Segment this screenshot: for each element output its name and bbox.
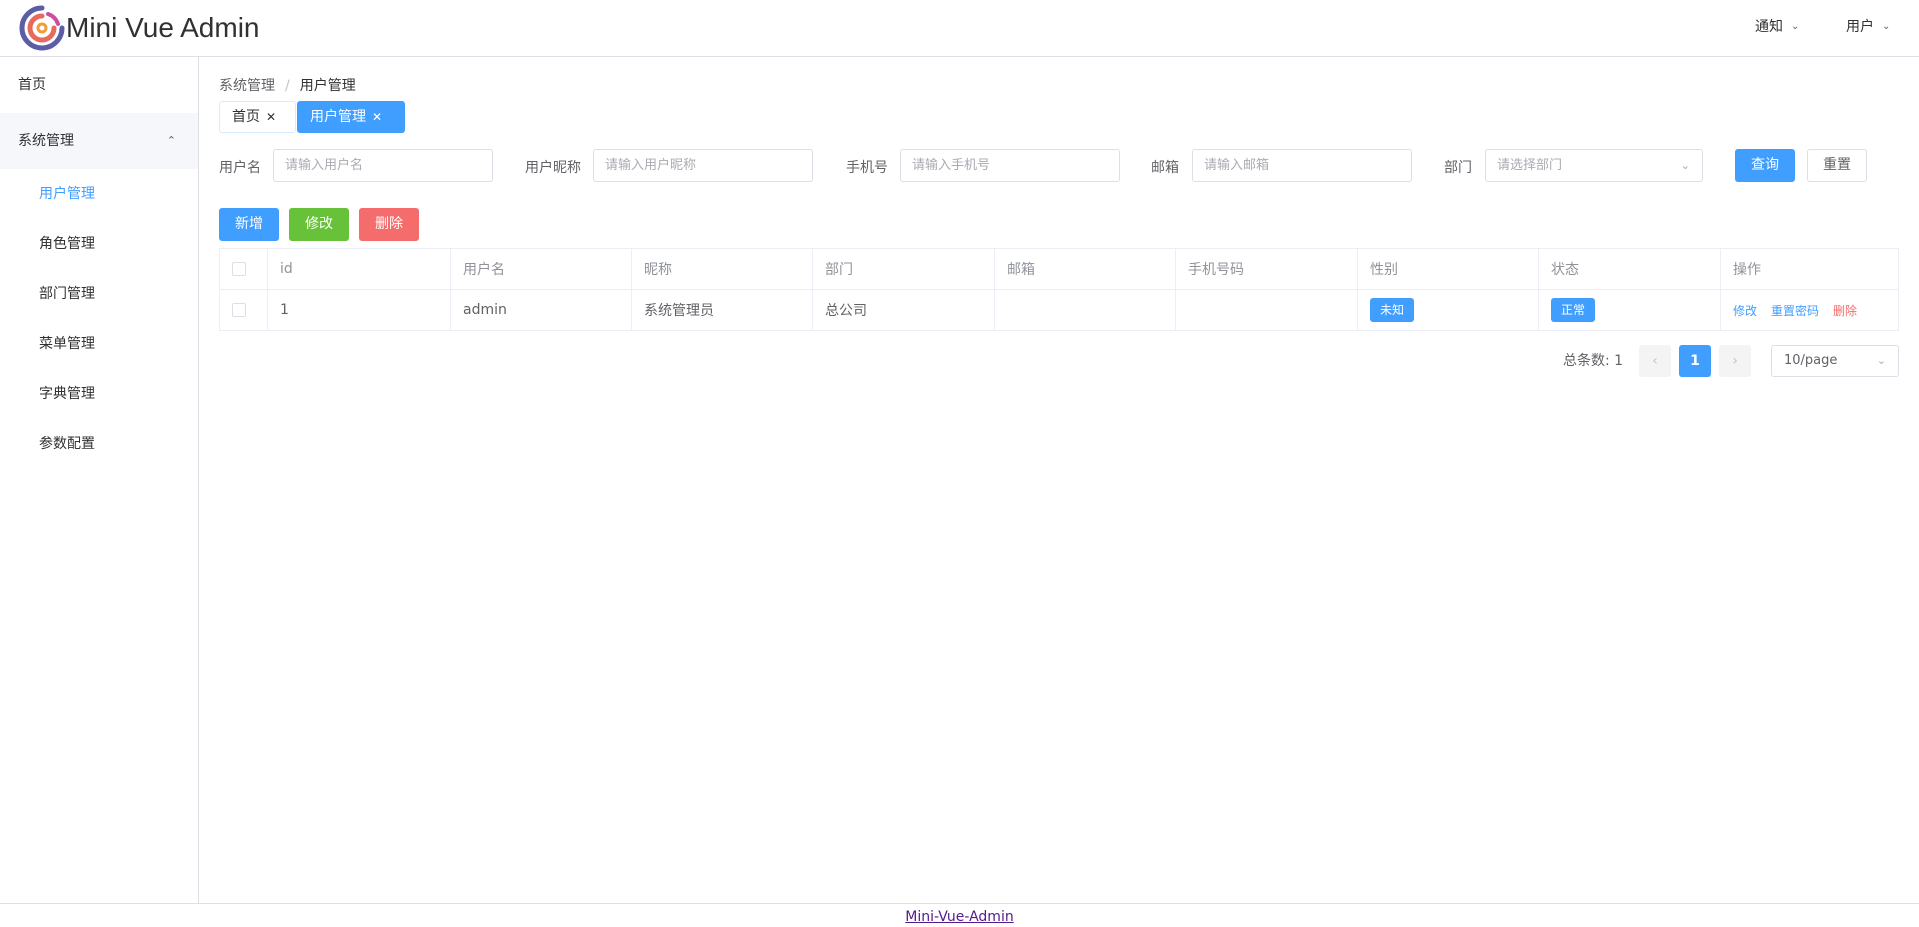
nickname-label: 用户昵称	[525, 160, 581, 176]
nickname-input[interactable]: 请输入用户昵称	[593, 149, 813, 182]
delete-button[interactable]: 删除	[359, 208, 419, 241]
column-header-email: 邮箱	[994, 248, 1176, 290]
tab-user-management[interactable]: 用户管理 ✕	[297, 101, 405, 133]
search-button[interactable]: 查询	[1735, 149, 1795, 182]
breadcrumb: 系统管理 / 用户管理	[219, 75, 356, 95]
chevron-up-icon: ⌃	[166, 134, 176, 147]
dept-label: 部门	[1444, 160, 1472, 176]
row-select-cell	[219, 289, 268, 331]
email-input[interactable]: 请输入邮箱	[1192, 149, 1412, 182]
row-checkbox[interactable]	[232, 303, 246, 317]
sidebar-group-label: 系统管理	[18, 133, 74, 149]
sidebar-item-roles[interactable]: 角色管理	[0, 219, 198, 269]
sidebar-item-users[interactable]: 用户管理	[0, 169, 198, 219]
app-title: Mini Vue Admin	[66, 12, 260, 43]
breadcrumb-parent[interactable]: 系统管理	[219, 78, 275, 94]
chevron-down-icon: ⌄	[1791, 20, 1800, 32]
phone-label: 手机号	[846, 160, 888, 176]
cell-gender: 未知	[1357, 289, 1539, 331]
notify-menu[interactable]: 通知 ⌄	[1755, 16, 1799, 36]
email-label: 邮箱	[1151, 160, 1179, 176]
add-button[interactable]: 新增	[219, 208, 279, 241]
next-page-button[interactable]: ›	[1719, 345, 1751, 377]
sidebar-item-home[interactable]: 首页	[0, 57, 198, 113]
column-header-phone: 手机号码	[1175, 248, 1358, 290]
user-label: 用户	[1846, 19, 1874, 35]
pagination-total: 总条数: 1	[1563, 353, 1624, 369]
close-icon[interactable]: ✕	[266, 110, 276, 124]
sidebar-item-dictionary[interactable]: 字典管理	[0, 369, 198, 419]
dept-select-placeholder: 请选择部门	[1497, 158, 1563, 173]
breadcrumb-current: 用户管理	[299, 78, 356, 94]
row-reset-password-link[interactable]: 重置密码	[1771, 304, 1819, 318]
phone-input[interactable]: 请输入手机号	[900, 149, 1120, 182]
cell-nickname: 系统管理员	[631, 289, 813, 331]
column-header-actions: 操作	[1720, 248, 1899, 290]
column-header-dept: 部门	[812, 248, 995, 290]
column-header-id: id	[267, 248, 451, 290]
chevron-down-icon: ⌄	[1876, 354, 1886, 367]
page-number-button[interactable]: 1	[1679, 345, 1711, 377]
chevron-down-icon: ⌄	[1680, 159, 1690, 172]
row-delete-link[interactable]: 删除	[1833, 304, 1857, 318]
tab-home-label: 首页	[232, 109, 260, 125]
cell-phone	[1175, 289, 1358, 331]
row-edit-link[interactable]: 修改	[1733, 304, 1757, 318]
user-table: id 用户名 昵称 部门 邮箱 手机号码 性别 状态 操作 1 admin 系统…	[219, 248, 1899, 331]
dept-select[interactable]: 请选择部门 ⌄	[1485, 149, 1703, 182]
select-all-checkbox[interactable]	[232, 262, 246, 276]
notify-label: 通知	[1755, 19, 1783, 35]
user-menu[interactable]: 用户 ⌄	[1846, 16, 1890, 36]
sidebar-group-system[interactable]: 系统管理 ⌃	[0, 113, 198, 169]
chevron-right-icon: ›	[1732, 353, 1738, 369]
chevron-down-icon: ⌄	[1882, 20, 1891, 32]
footer-link[interactable]: Mini-Vue-Admin	[905, 909, 1013, 925]
footer: Mini-Vue-Admin	[0, 903, 1919, 927]
top-header: Mini Vue Admin 通知 ⌄ 用户 ⌄	[0, 0, 1919, 57]
sidebar-item-departments[interactable]: 部门管理	[0, 269, 198, 319]
column-header-status: 状态	[1538, 248, 1721, 290]
column-header-username: 用户名	[450, 248, 632, 290]
chevron-left-icon: ‹	[1652, 353, 1658, 369]
close-icon[interactable]: ✕	[372, 110, 382, 124]
edit-button[interactable]: 修改	[289, 208, 349, 241]
gender-badge: 未知	[1370, 298, 1415, 322]
cell-actions: 修改 重置密码 删除	[1720, 289, 1899, 331]
column-header-nickname: 昵称	[631, 248, 813, 290]
cell-status: 正常	[1538, 289, 1721, 331]
cell-dept: 总公司	[812, 289, 995, 331]
tab-user-management-label: 用户管理	[310, 109, 366, 125]
page-size-value: 10/page	[1784, 353, 1838, 368]
sidebar-item-menus[interactable]: 菜单管理	[0, 319, 198, 369]
reset-button[interactable]: 重置	[1807, 149, 1867, 182]
tab-home[interactable]: 首页 ✕	[219, 101, 296, 133]
swirl-logo-icon	[19, 5, 65, 51]
page-size-select[interactable]: 10/page ⌄	[1771, 345, 1899, 377]
cell-id: 1	[267, 289, 451, 331]
cell-email	[994, 289, 1176, 331]
column-header-gender: 性别	[1357, 248, 1539, 290]
cell-username: admin	[450, 289, 632, 331]
sidebar: 首页 系统管理 ⌃ 用户管理 角色管理 部门管理 菜单管理 字典管理 参数配置	[0, 57, 199, 903]
username-input[interactable]: 请输入用户名	[273, 149, 493, 182]
status-badge: 正常	[1551, 298, 1596, 322]
prev-page-button[interactable]: ‹	[1639, 345, 1671, 377]
sidebar-item-parameters[interactable]: 参数配置	[0, 419, 198, 469]
table-row: 1 admin 系统管理员 总公司 未知 正常 修改 重置密码 删除	[219, 289, 1899, 331]
header-select-cell	[219, 248, 268, 290]
table-header-row: id 用户名 昵称 部门 邮箱 手机号码 性别 状态 操作	[219, 248, 1899, 290]
username-label: 用户名	[219, 160, 261, 176]
breadcrumb-separator: /	[285, 78, 290, 94]
